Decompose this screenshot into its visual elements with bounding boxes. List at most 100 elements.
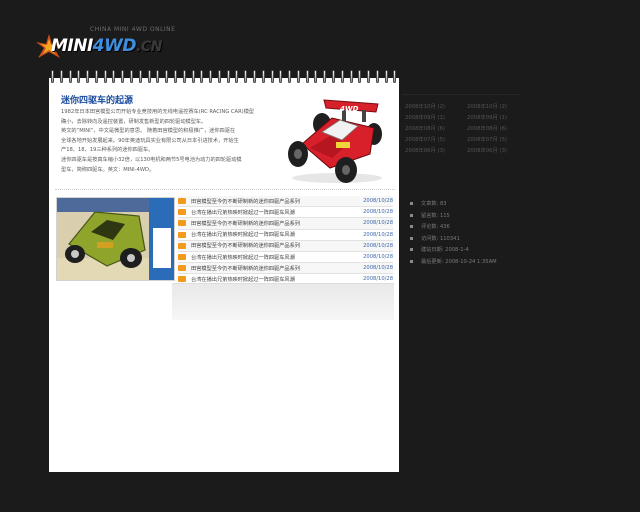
stat-text: 建站日期: 2008-1-4 (421, 247, 469, 254)
news-date: 2008/10/28 (363, 265, 393, 272)
binding-ring (59, 70, 63, 83)
binding-ring (296, 70, 300, 83)
intro-line: 型车，简称四驱车。英文：MINI-4WD。 (61, 166, 155, 173)
binding-ring (375, 70, 379, 83)
bullet-icon (410, 202, 413, 206)
archive-link[interactable]: 2008年07月 (5) (467, 135, 525, 143)
archive-link[interactable]: 2008年08月 (6) (405, 124, 467, 132)
binding-ring (261, 70, 265, 83)
binding-ring (279, 70, 283, 83)
news-title[interactable]: 田宫模型至今仍不断研制新的迷你四驱产品系列 (191, 220, 359, 227)
binding-ring (226, 70, 230, 83)
binding-ring (121, 70, 125, 83)
stat-text: 最后更新: 2008-10-24 1:35AM (421, 258, 497, 265)
archive-link[interactable]: 2008年10月 (2) (467, 102, 525, 110)
binding-ring (147, 70, 151, 83)
archive-link[interactable]: 2008年06月 (3) (467, 146, 525, 154)
archive-divider (402, 94, 520, 95)
binding-ring (130, 70, 134, 83)
intro-title[interactable]: 迷你四驱车的起源 (61, 93, 133, 106)
binding-ring (349, 70, 353, 83)
content-footer-band (172, 283, 394, 320)
stat-item: 留言数: 115 (410, 210, 497, 222)
binding-ring (200, 70, 204, 83)
stat-text: 文章数: 83 (421, 201, 447, 208)
archive-link[interactable]: 2008年09月 (1) (405, 113, 467, 121)
news-item[interactable]: 田宫模型至今仍不断研制新的迷你四驱产品系列 2008/10/28 (178, 240, 393, 252)
binding-ring (156, 70, 160, 83)
binding-ring (384, 70, 388, 83)
news-bullet-icon (178, 209, 186, 216)
section-divider (55, 189, 395, 190)
news-date: 2008/10/28 (363, 242, 393, 249)
news-item[interactable]: 田宫模型至今仍不断研制新的迷你四驱产品系列 2008/10/28 (178, 218, 393, 230)
news-title[interactable]: 田宫模型至今仍不断研制新的迷你四驱产品系列 (191, 242, 359, 249)
intro-text: 1982年日本田宫模型公司开始专业竞技用的无线电遥控赛车(RC RACING C… (61, 108, 277, 175)
news-date: 2008/10/28 (363, 276, 393, 283)
binding-ring (332, 70, 335, 83)
binding-ring (68, 70, 72, 83)
stat-text: 访问数: 110341 (421, 235, 460, 242)
news-bullet-icon (178, 242, 186, 249)
archive-link[interactable]: 2008年08月 (6) (467, 124, 525, 132)
binding-ring (138, 70, 142, 83)
binding-ring (182, 70, 186, 83)
logo-word-4wd: 4WD (92, 36, 137, 56)
binding-ring (235, 70, 239, 83)
news-item[interactable]: 田宫模型至今仍不断研制新的迷你四驱产品系列 2008/10/28 (178, 196, 393, 208)
binding-ring (77, 70, 81, 83)
news-bullet-icon (178, 220, 186, 227)
archive-link[interactable]: 2008年09月 (1) (467, 113, 525, 121)
binding-ring (270, 70, 274, 83)
stat-text: 留言数: 115 (421, 212, 450, 219)
bullet-icon (410, 236, 413, 240)
logo-word-mini: MINI (51, 36, 93, 56)
stat-item: 建站日期: 2008-1-4 (410, 244, 497, 256)
news-title[interactable]: 田宫模型至今仍不断研制新的迷你四驱产品系列 (191, 198, 359, 205)
news-bullet-icon (178, 198, 186, 205)
svg-text:4WD: 4WD (340, 105, 359, 113)
binding-ring (288, 70, 292, 83)
news-bullet-icon (178, 254, 186, 261)
news-title[interactable]: 台湾在播出兄弟热映时掀起过一阵四驱车风潮 (191, 209, 359, 216)
news-item[interactable]: 台湾在播出兄弟热映时掀起过一阵四驱车风潮 2008/10/28 (178, 252, 393, 264)
intro-line: 英文的“MINI”，中文是微型的意思。 随着田宫模型的积极推广，迷你四驱在 (61, 128, 236, 135)
bullet-icon (410, 225, 413, 229)
mini4wd-photo[interactable] (56, 197, 175, 281)
logo-subtitle: CHINA MINI 4WD ONLINE (90, 26, 176, 33)
rc-car-image: 4WD (288, 99, 382, 183)
news-date: 2008/10/28 (363, 209, 393, 216)
news-date: 2008/10/28 (363, 198, 393, 205)
news-bullet-icon (178, 276, 186, 283)
news-date: 2008/10/28 (363, 231, 393, 238)
news-item[interactable]: 台湾在播出兄弟热映时掀起过一阵四驱车风潮 2008/10/28 (178, 230, 393, 241)
archive-link[interactable]: 2008年06月 (3) (405, 146, 467, 154)
site-logo[interactable]: CHINA MINI 4WD ONLINE MINI4WD.CN (34, 24, 176, 68)
bullet-icon (410, 259, 413, 263)
archive-link[interactable]: 2008年07月 (5) (405, 135, 467, 143)
notebook-rings (49, 70, 399, 84)
binding-ring (323, 70, 327, 83)
bullet-icon (410, 213, 413, 217)
binding-ring (340, 70, 344, 83)
mini4wd-photo-image (57, 198, 174, 280)
news-list: 田宫模型至今仍不断研制新的迷你四驱产品系列 2008/10/28 台湾在播出兄弟… (178, 196, 393, 286)
news-date: 2008/10/28 (363, 220, 393, 227)
news-item[interactable]: 台湾在播出兄弟热映时掀起过一阵四驱车风潮 2008/10/28 (178, 207, 393, 219)
news-title[interactable]: 台湾在播出兄弟热映时掀起过一阵四驱车风潮 (191, 231, 359, 238)
bullet-icon (410, 248, 413, 252)
intro-line: 产18、18、19三种系列的迷你四驱车。 (61, 147, 154, 154)
news-title[interactable]: 台湾在播出兄弟热映时掀起过一阵四驱车风潮 (191, 276, 359, 283)
stat-item: 文章数: 83 (410, 198, 497, 210)
binding-ring (103, 70, 107, 83)
site-stats: 文章数: 83 留言数: 115 评论数: 436 访问数: 110341 建站… (410, 198, 497, 267)
news-item[interactable]: 田宫模型至今仍不断研制新的迷你四驱产品系列 2008/10/28 (178, 263, 393, 275)
archive-list: 2008年10月 (2) 2008年10月 (2) 2008年09月 (1) 2… (405, 102, 525, 154)
news-title[interactable]: 田宫模型至今仍不断研制新的迷你四驱产品系列 (191, 265, 359, 272)
archive-link[interactable]: 2008年10月 (2) (405, 102, 467, 110)
intro-line: 确小，去除转向及遥控装置，研制发售新型的四轮驱动模型车。 (61, 118, 207, 125)
binding-ring (165, 70, 169, 83)
logo-wordmark: MINI4WD.CN (51, 36, 162, 56)
binding-ring (209, 70, 213, 83)
news-title[interactable]: 台湾在播出兄弟热映时掀起过一阵四驱车风潮 (191, 254, 359, 261)
